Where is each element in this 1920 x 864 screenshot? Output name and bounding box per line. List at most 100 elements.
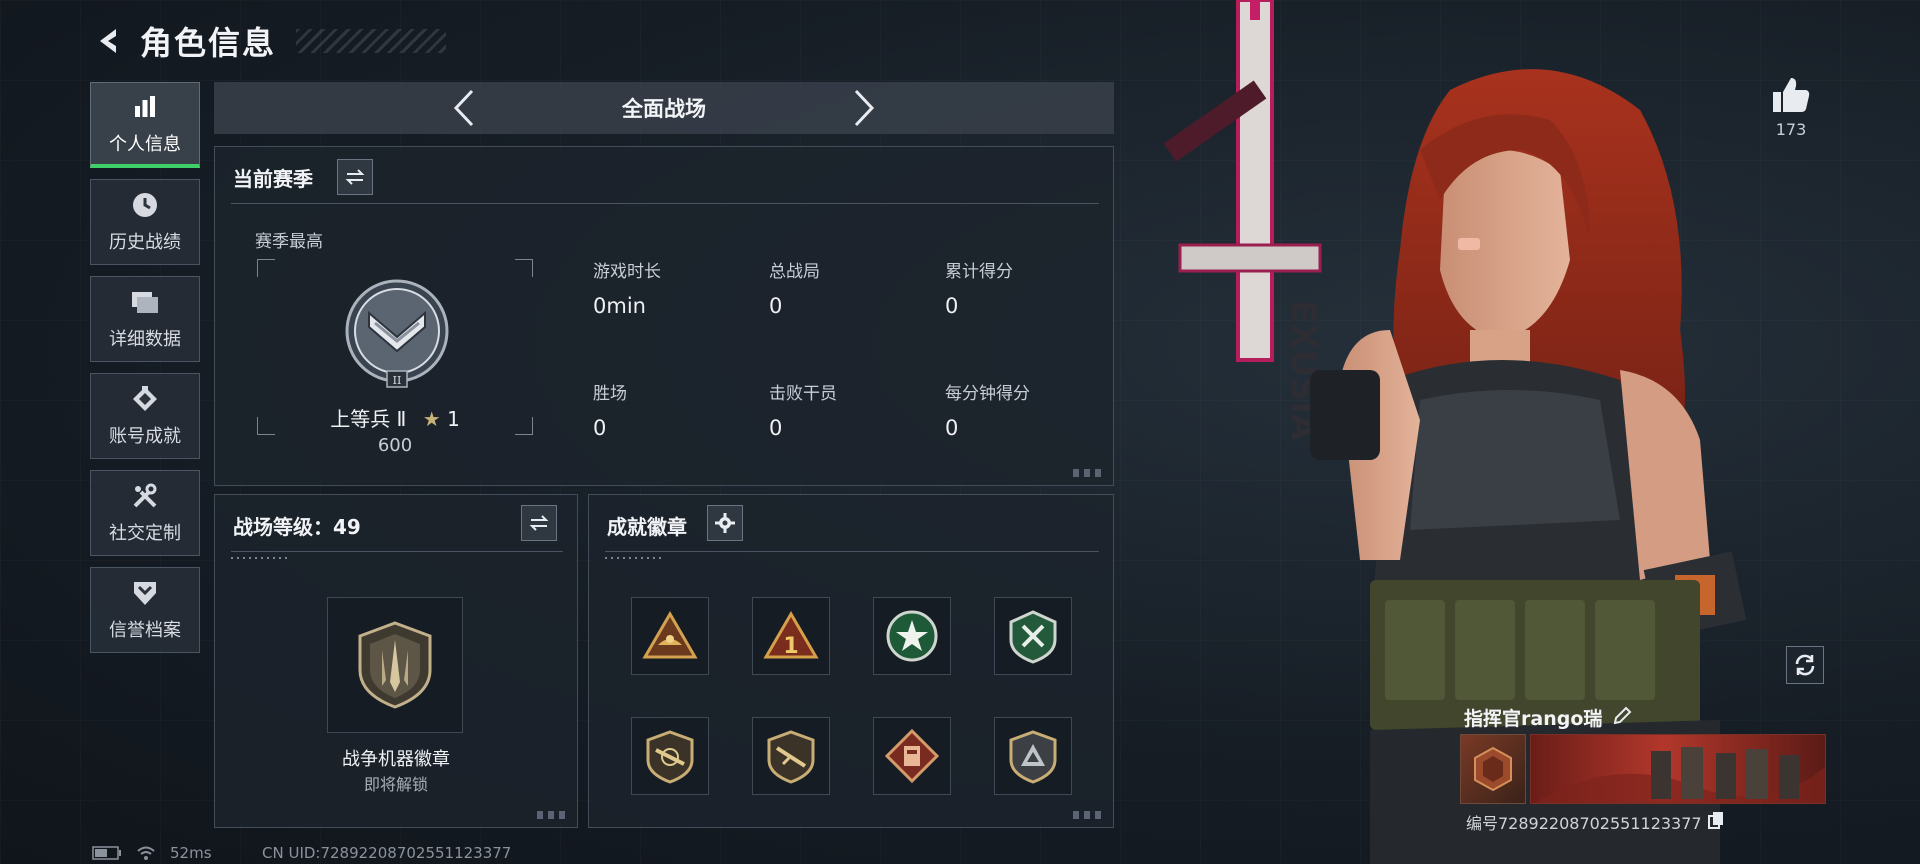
svg-text:1: 1 — [783, 634, 798, 659]
divider — [231, 203, 1099, 204]
sidebar-item-history[interactable]: 历史战绩 — [90, 179, 200, 265]
achievement-grid: 1 — [631, 597, 1072, 795]
season-title: 当前赛季 — [233, 167, 313, 191]
divider-dots — [231, 557, 291, 559]
stat-label: 每分钟得分 — [945, 384, 1030, 404]
title-decoration — [296, 29, 447, 53]
stat-total-score: 累计得分 0 — [945, 257, 1013, 318]
sidebar-item-label: 账号成就 — [109, 426, 181, 447]
season-best-label: 赛季最高 — [255, 232, 323, 252]
clock-icon — [130, 190, 160, 220]
divider — [605, 551, 1099, 552]
sidebar-item-label: 个人信息 — [109, 133, 181, 155]
gear-icon — [715, 513, 735, 533]
sidebar-item-account-achievements[interactable]: 账号成就 — [90, 373, 200, 459]
chevron-right-icon — [854, 89, 875, 127]
refresh-button[interactable] — [1786, 646, 1824, 684]
rank-stars: 1 — [447, 407, 460, 431]
achievement-title: 成就徽章 — [607, 515, 687, 539]
sidebar-item-social-custom[interactable]: 社交定制 — [90, 470, 200, 556]
swap-icon — [345, 169, 365, 185]
sidebar-item-label: 历史战绩 — [109, 232, 181, 253]
achievement-settings-button[interactable] — [707, 505, 743, 541]
level-title: 战场等级：49 — [233, 515, 361, 539]
corner-decoration — [1073, 811, 1103, 819]
corner-decoration — [1073, 469, 1103, 477]
achievement-badge[interactable]: 1 — [752, 597, 830, 675]
level-switch-button[interactable] — [521, 505, 557, 541]
sidebar-item-personal-info[interactable]: 个人信息 — [90, 82, 200, 168]
badge-name: 战争机器徽章 — [342, 749, 450, 770]
stat-play-time: 游戏时长 0min — [593, 257, 661, 318]
stat-label: 总战局 — [769, 262, 820, 282]
like-button[interactable]: 173 — [1760, 76, 1822, 139]
stat-value: 0 — [945, 294, 959, 318]
achievement-badge[interactable] — [631, 717, 709, 795]
prev-mode-button[interactable] — [449, 88, 479, 128]
refresh-icon — [1795, 654, 1815, 676]
sidebar-item-label: 社交定制 — [109, 523, 181, 544]
corner-decoration — [537, 811, 567, 819]
green-star-badge-icon — [886, 610, 938, 662]
rank-score: 600 — [377, 435, 413, 456]
commander-card[interactable] — [1460, 734, 1826, 804]
badge-status: 即将解锁 — [363, 775, 428, 794]
achievement-badge[interactable] — [873, 717, 951, 795]
back-button[interactable] — [92, 24, 126, 58]
mode-selector: 全面战场 — [214, 82, 1114, 134]
triangle-one-icon: 1 — [763, 611, 819, 659]
svg-text:II: II — [393, 374, 402, 387]
green-cross-badge-icon — [1009, 610, 1057, 664]
diamond-vest-badge-icon — [884, 728, 940, 784]
wifi-icon — [137, 846, 155, 860]
stat-value: 0 — [769, 294, 783, 318]
stat-total-matches: 总战局 0 — [769, 257, 820, 318]
commander-name: 指挥官rango瑞 — [1464, 708, 1603, 730]
season-switch-button[interactable] — [337, 159, 373, 195]
star-icon: ★ — [422, 407, 441, 431]
war-machine-badge[interactable] — [327, 597, 463, 733]
rank-name-text: 上等兵 Ⅱ — [330, 407, 407, 431]
achievement-panel: 成就徽章 1 — [588, 494, 1114, 828]
achievement-badge[interactable] — [752, 717, 830, 795]
triangle-emblem-icon — [642, 611, 698, 659]
achievement-badge[interactable] — [994, 717, 1072, 795]
rank-name: 上等兵 Ⅱ ★ 1 — [275, 403, 515, 432]
page-header: 角色信息 — [92, 18, 447, 64]
chevron-left-icon — [453, 89, 474, 127]
page-title: 角色信息 — [140, 24, 277, 62]
mode-label: 全面战场 — [622, 97, 706, 121]
back-arrow-icon — [100, 29, 116, 53]
cn-uid-text: CN UID:7289220870255112337​7 — [262, 844, 512, 862]
stat-wins: 胜场 0 — [593, 379, 627, 440]
stat-label: 游戏时长 — [593, 262, 661, 282]
stat-value: 0 — [593, 416, 607, 440]
battery-icon — [92, 846, 121, 860]
stat-label: 胜场 — [593, 384, 627, 404]
status-bar: 52ms — [92, 844, 212, 862]
pencil-icon — [1614, 706, 1632, 724]
season-panel: 当前赛季 赛季最高 II 上等兵 Ⅱ ★ 1 600 游戏时长 0min 总战局… — [214, 146, 1114, 486]
achievement-badge[interactable] — [631, 597, 709, 675]
sidebar-item-credit-file[interactable]: 信誉档案 — [90, 567, 200, 653]
stat-kills: 击败干员 0 — [769, 379, 837, 440]
achievement-badge[interactable] — [994, 597, 1072, 675]
copy-id-button[interactable] — [1707, 811, 1724, 833]
next-mode-button[interactable] — [849, 88, 879, 128]
thumbs-up-icon — [1773, 78, 1810, 112]
stat-label: 累计得分 — [945, 262, 1013, 282]
stat-score-per-minute: 每分钟得分 0 — [945, 379, 1030, 440]
edit-name-button[interactable] — [1612, 706, 1632, 730]
commander-id-text: 编号7289220870255112337​7 — [1466, 814, 1702, 833]
sidebar-item-label: 详细数据 — [109, 329, 181, 350]
achievement-badge[interactable] — [873, 597, 951, 675]
achievement-icon — [130, 384, 160, 414]
stat-value: 0 — [945, 416, 959, 440]
sidebar: 个人信息 历史战绩 详细数据 账号成就 社交定制 信誉档案 — [90, 82, 200, 653]
grey-triangle-badge-icon — [1009, 730, 1057, 784]
swap-icon — [529, 515, 549, 531]
stat-value: 0min — [593, 294, 646, 318]
rank-emblem-icon: II — [345, 279, 449, 389]
war-machine-badge-icon — [358, 621, 432, 709]
sidebar-item-detail-data[interactable]: 详细数据 — [90, 276, 200, 362]
